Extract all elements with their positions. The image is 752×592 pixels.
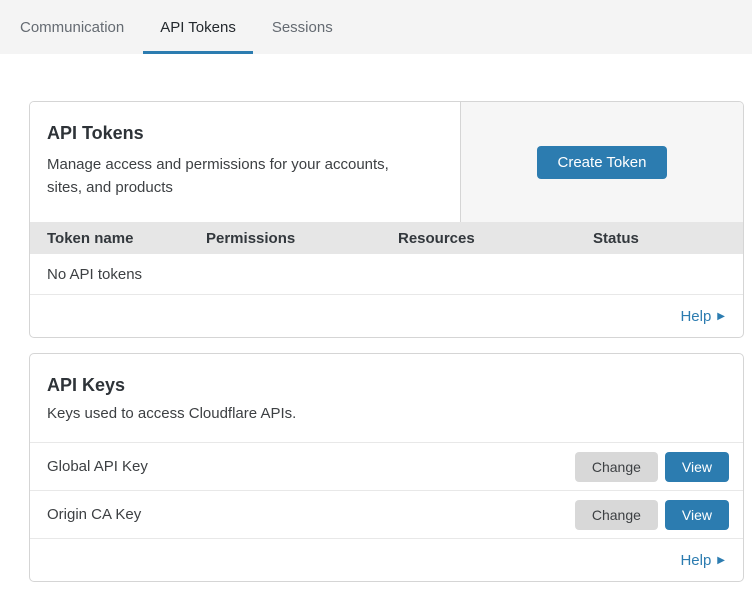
help-arrow-icon: ▶	[717, 311, 725, 322]
api-tokens-help-link[interactable]: Help ▶	[680, 308, 725, 325]
tokens-empty-message: No API tokens	[47, 266, 142, 283]
api-keys-card: API Keys Keys used to access Cloudflare …	[29, 353, 744, 582]
view-global-api-key-button[interactable]: View	[665, 452, 729, 482]
tokens-column-permissions: Permissions	[206, 230, 398, 247]
view-origin-ca-key-button[interactable]: View	[665, 500, 729, 530]
api-keys-help-link[interactable]: Help ▶	[680, 552, 725, 569]
help-arrow-icon: ▶	[717, 555, 725, 566]
api-keys-card-footer: Help ▶	[30, 539, 743, 581]
api-key-row-global: Global API Key Change View	[30, 443, 743, 491]
api-tokens-card-header-text: API Tokens Manage access and permissions…	[30, 102, 461, 222]
api-keys-title: API Keys	[47, 375, 726, 396]
tab-bar: Communication API Tokens Sessions	[0, 0, 752, 54]
create-token-button[interactable]: Create Token	[537, 146, 668, 179]
api-tokens-card-header-action: Create Token	[461, 102, 743, 222]
tokens-table-header: Token name Permissions Resources Status	[30, 222, 743, 254]
tokens-column-token-name: Token name	[47, 230, 206, 247]
tokens-column-status: Status	[593, 230, 743, 247]
tab-sessions[interactable]: Sessions	[255, 0, 350, 54]
api-keys-help-label: Help	[680, 552, 711, 569]
tab-api-tokens[interactable]: API Tokens	[143, 0, 253, 54]
tokens-column-resources: Resources	[398, 230, 593, 247]
api-key-name-origin-ca: Origin CA Key	[47, 506, 575, 523]
tokens-empty-row: No API tokens	[30, 254, 743, 295]
api-key-row-origin-ca: Origin CA Key Change View	[30, 491, 743, 539]
api-tokens-card-header: API Tokens Manage access and permissions…	[30, 102, 743, 222]
api-keys-card-header: API Keys Keys used to access Cloudflare …	[30, 354, 743, 443]
api-tokens-description: Manage access and permissions for your a…	[47, 153, 420, 199]
change-global-api-key-button[interactable]: Change	[575, 452, 658, 482]
api-tokens-title: API Tokens	[47, 123, 420, 144]
api-tokens-help-label: Help	[680, 308, 711, 325]
change-origin-ca-key-button[interactable]: Change	[575, 500, 658, 530]
api-tokens-card: API Tokens Manage access and permissions…	[29, 101, 744, 338]
api-key-name-global: Global API Key	[47, 458, 575, 475]
api-keys-description: Keys used to access Cloudflare APIs.	[47, 405, 726, 423]
api-tokens-card-footer: Help ▶	[30, 295, 743, 337]
tab-communication[interactable]: Communication	[3, 0, 141, 54]
